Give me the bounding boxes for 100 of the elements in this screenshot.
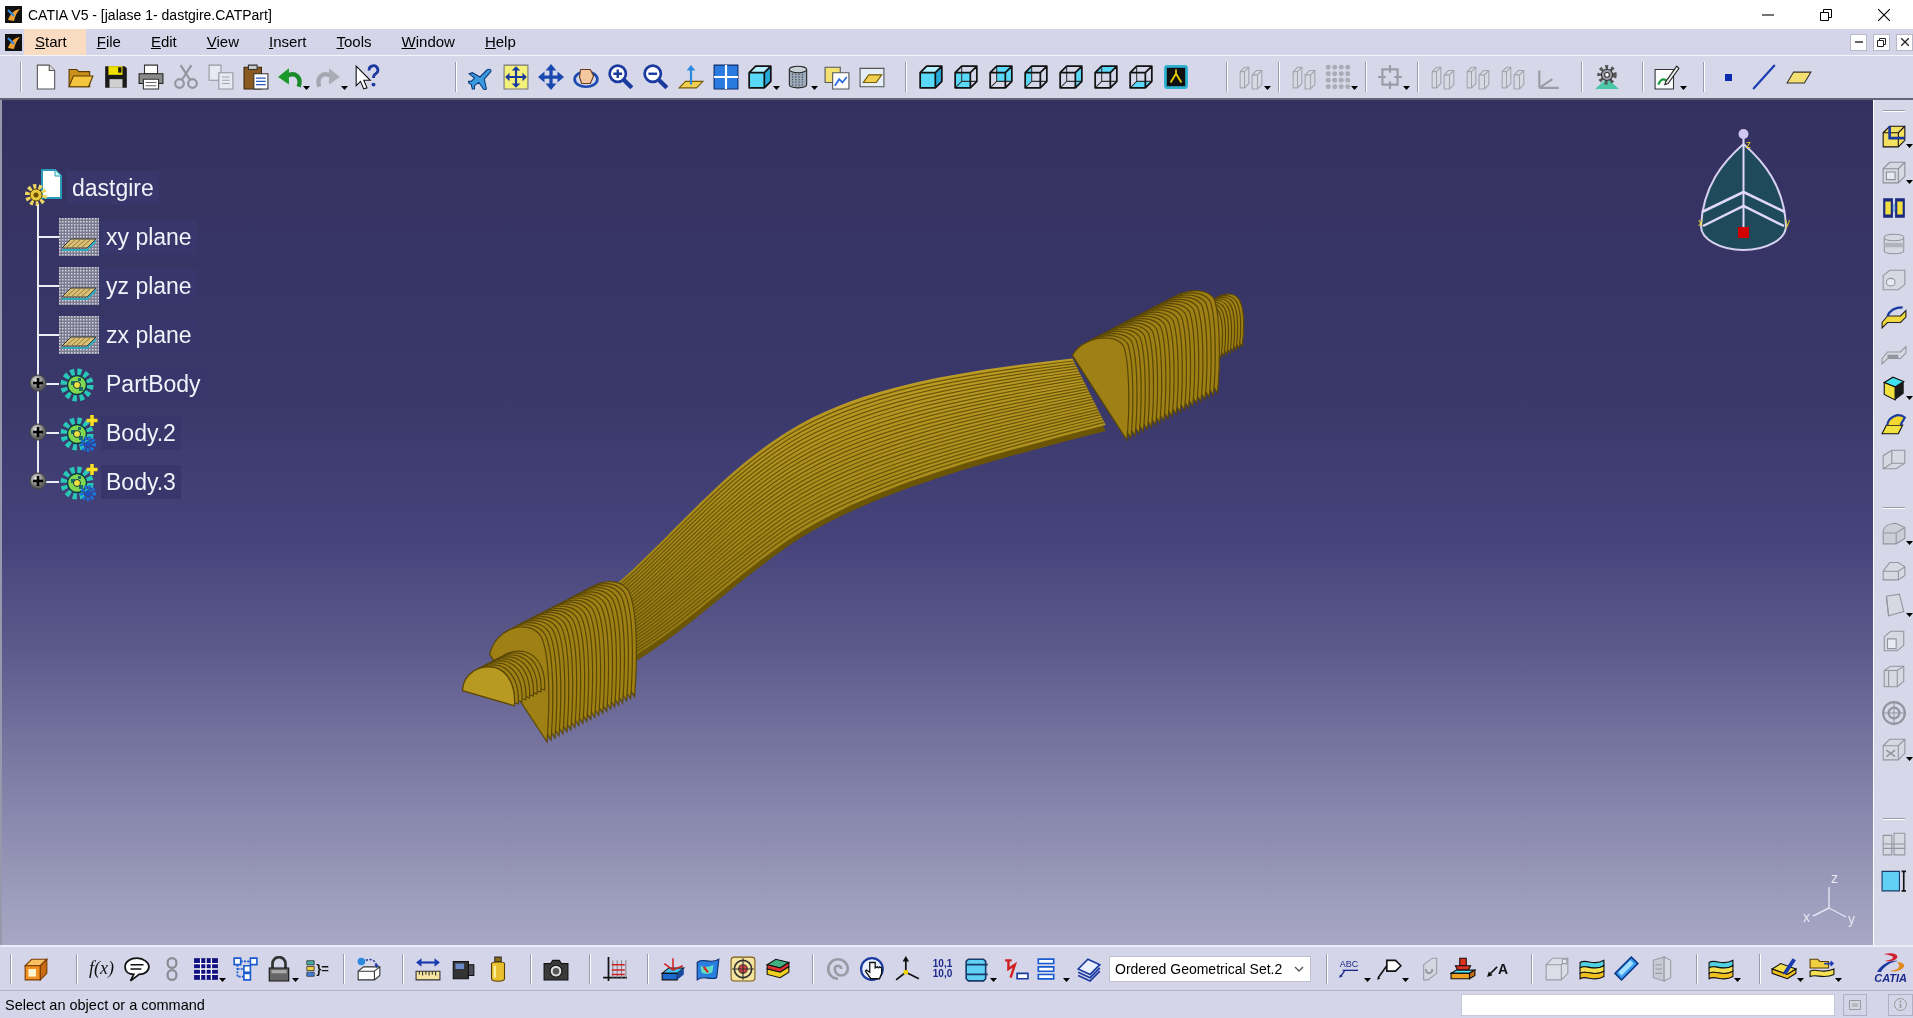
restore-icon[interactable] bbox=[1820, 8, 1832, 21]
expand-icon[interactable] bbox=[29, 423, 47, 441]
caret-icon[interactable] bbox=[773, 86, 780, 90]
clipboard-icon[interactable] bbox=[242, 64, 269, 90]
cube-icon[interactable] bbox=[1880, 375, 1907, 401]
caret-icon[interactable] bbox=[1063, 977, 1070, 982]
cube-face-icon[interactable] bbox=[1057, 64, 1084, 90]
banded-box-icon[interactable] bbox=[964, 955, 990, 982]
list-icon[interactable] bbox=[1037, 957, 1055, 980]
tree-item[interactable]: dastgire bbox=[67, 170, 159, 205]
cube-face-icon[interactable] bbox=[952, 64, 979, 90]
plane-arrow-icon[interactable] bbox=[677, 64, 704, 90]
restore-icon bbox=[1877, 37, 1886, 47]
sheets-pencil-icon[interactable] bbox=[1771, 955, 1797, 982]
plane-icon bbox=[59, 266, 99, 305]
wavy-surface-icon[interactable] bbox=[694, 955, 721, 982]
box-arrow-icon[interactable] bbox=[355, 955, 382, 982]
caret-icon[interactable] bbox=[303, 86, 310, 90]
formula-list-button[interactable]: }= bbox=[306, 959, 329, 978]
menu-item[interactable]: Start bbox=[24, 29, 86, 55]
caret-icon[interactable] bbox=[1402, 977, 1409, 982]
cube-face-icon[interactable] bbox=[1127, 64, 1154, 90]
panel-toggle-button[interactable] bbox=[1843, 993, 1867, 1016]
hierarchy-icon[interactable] bbox=[231, 955, 258, 982]
tree-item[interactable]: yz plane bbox=[101, 268, 197, 303]
menu-item[interactable]: View bbox=[195, 29, 258, 55]
status-message: Select an object or a command bbox=[4, 996, 205, 1013]
minimize-icon[interactable] bbox=[1762, 13, 1774, 16]
ruler-icon[interactable] bbox=[414, 955, 441, 982]
target-icon[interactable] bbox=[729, 955, 756, 982]
chevron-down-icon[interactable] bbox=[1294, 965, 1304, 972]
text-leader-button[interactable]: A bbox=[1486, 960, 1509, 977]
caret-icon[interactable] bbox=[1835, 977, 1842, 982]
box-axes-icon[interactable] bbox=[659, 955, 686, 982]
help-pointer-icon[interactable] bbox=[353, 64, 380, 90]
twin-bars-icon[interactable] bbox=[1880, 195, 1907, 221]
minimize-button[interactable] bbox=[1850, 33, 1867, 51]
command-input-field[interactable] bbox=[1461, 993, 1835, 1016]
compass[interactable] bbox=[1700, 129, 1787, 251]
outlined-block-icon[interactable] bbox=[1880, 123, 1907, 149]
caret-icon[interactable] bbox=[219, 977, 226, 982]
axis-label: y bbox=[1848, 911, 1855, 927]
table-icon[interactable] bbox=[193, 955, 219, 982]
close-button[interactable] bbox=[1896, 33, 1913, 51]
cube-icon[interactable] bbox=[917, 64, 944, 90]
menu-item[interactable]: File bbox=[85, 29, 140, 55]
point-icon[interactable] bbox=[1725, 73, 1732, 81]
expand-icon[interactable] bbox=[29, 374, 47, 392]
tree-item[interactable]: zx plane bbox=[101, 317, 197, 352]
curved-sheet-icon[interactable] bbox=[1880, 411, 1907, 437]
caret-icon[interactable] bbox=[292, 977, 299, 982]
caret-icon[interactable] bbox=[1364, 977, 1371, 982]
expand-arrows-icon[interactable] bbox=[502, 64, 529, 90]
caret-icon[interactable] bbox=[1906, 396, 1913, 400]
close-icon[interactable] bbox=[1878, 8, 1890, 21]
padlock-icon[interactable] bbox=[266, 955, 292, 982]
caret-icon[interactable] bbox=[1797, 977, 1804, 982]
frame-icon[interactable] bbox=[1162, 64, 1189, 90]
four-panes-icon[interactable] bbox=[712, 64, 739, 90]
restore-button[interactable] bbox=[1873, 33, 1890, 51]
bent-strip-icon[interactable] bbox=[1880, 303, 1907, 329]
caret-icon[interactable] bbox=[990, 977, 997, 982]
caret-icon[interactable] bbox=[1906, 144, 1913, 148]
cube-face-icon[interactable] bbox=[1092, 64, 1119, 90]
formula-button[interactable]: f(x) bbox=[89, 958, 114, 979]
menu-item[interactable]: Insert bbox=[258, 29, 326, 55]
menu-item[interactable]: Help bbox=[473, 29, 535, 55]
cube-face-icon[interactable] bbox=[1022, 64, 1049, 90]
grid-lines-icon[interactable] bbox=[601, 955, 628, 982]
window-title: CATIA V5 - [jalase 1- dastgire.CATPart] bbox=[28, 6, 272, 23]
overlapping-sheets-icon[interactable] bbox=[823, 64, 850, 90]
stamp-icon[interactable] bbox=[1449, 955, 1476, 982]
zoom-out-icon[interactable] bbox=[642, 64, 669, 90]
capsule-icon[interactable] bbox=[1613, 955, 1640, 982]
menu-item[interactable]: Tools bbox=[325, 29, 391, 55]
menu-item[interactable]: Edit bbox=[139, 29, 196, 55]
sketch-icon[interactable] bbox=[1654, 64, 1680, 90]
cube-face-icon[interactable] bbox=[987, 64, 1014, 90]
tree-item[interactable]: Body.2 bbox=[101, 415, 181, 450]
plane-icon[interactable] bbox=[1785, 70, 1812, 84]
menu-item[interactable]: Window bbox=[390, 29, 474, 55]
cube-icon[interactable] bbox=[747, 64, 773, 90]
gear-icon[interactable] bbox=[1593, 64, 1620, 90]
number-format-button[interactable]: 10,1 10,0 bbox=[932, 958, 953, 979]
caret-icon[interactable] bbox=[811, 86, 818, 90]
line-icon[interactable] bbox=[1750, 64, 1777, 90]
tree-item[interactable]: Body.3 bbox=[101, 464, 181, 499]
expand-icon[interactable] bbox=[29, 472, 47, 490]
printer-icon[interactable] bbox=[137, 64, 164, 90]
move-arrows-icon[interactable] bbox=[537, 64, 564, 90]
zoom-in-icon[interactable] bbox=[607, 64, 634, 90]
axis-system-icon[interactable] bbox=[894, 955, 921, 982]
hand-pointer-icon[interactable] bbox=[859, 955, 886, 982]
app-icon[interactable] bbox=[5, 33, 22, 51]
set-dropdown[interactable]: Ordered Geometrical Set.2 bbox=[1109, 955, 1311, 982]
tree-item[interactable]: xy plane bbox=[101, 219, 197, 254]
caret-icon[interactable] bbox=[1680, 86, 1687, 90]
speech-bubble-icon[interactable] bbox=[123, 955, 150, 982]
caret-icon[interactable] bbox=[1734, 977, 1741, 982]
text-annotation-button[interactable]: ABC bbox=[1338, 959, 1360, 978]
